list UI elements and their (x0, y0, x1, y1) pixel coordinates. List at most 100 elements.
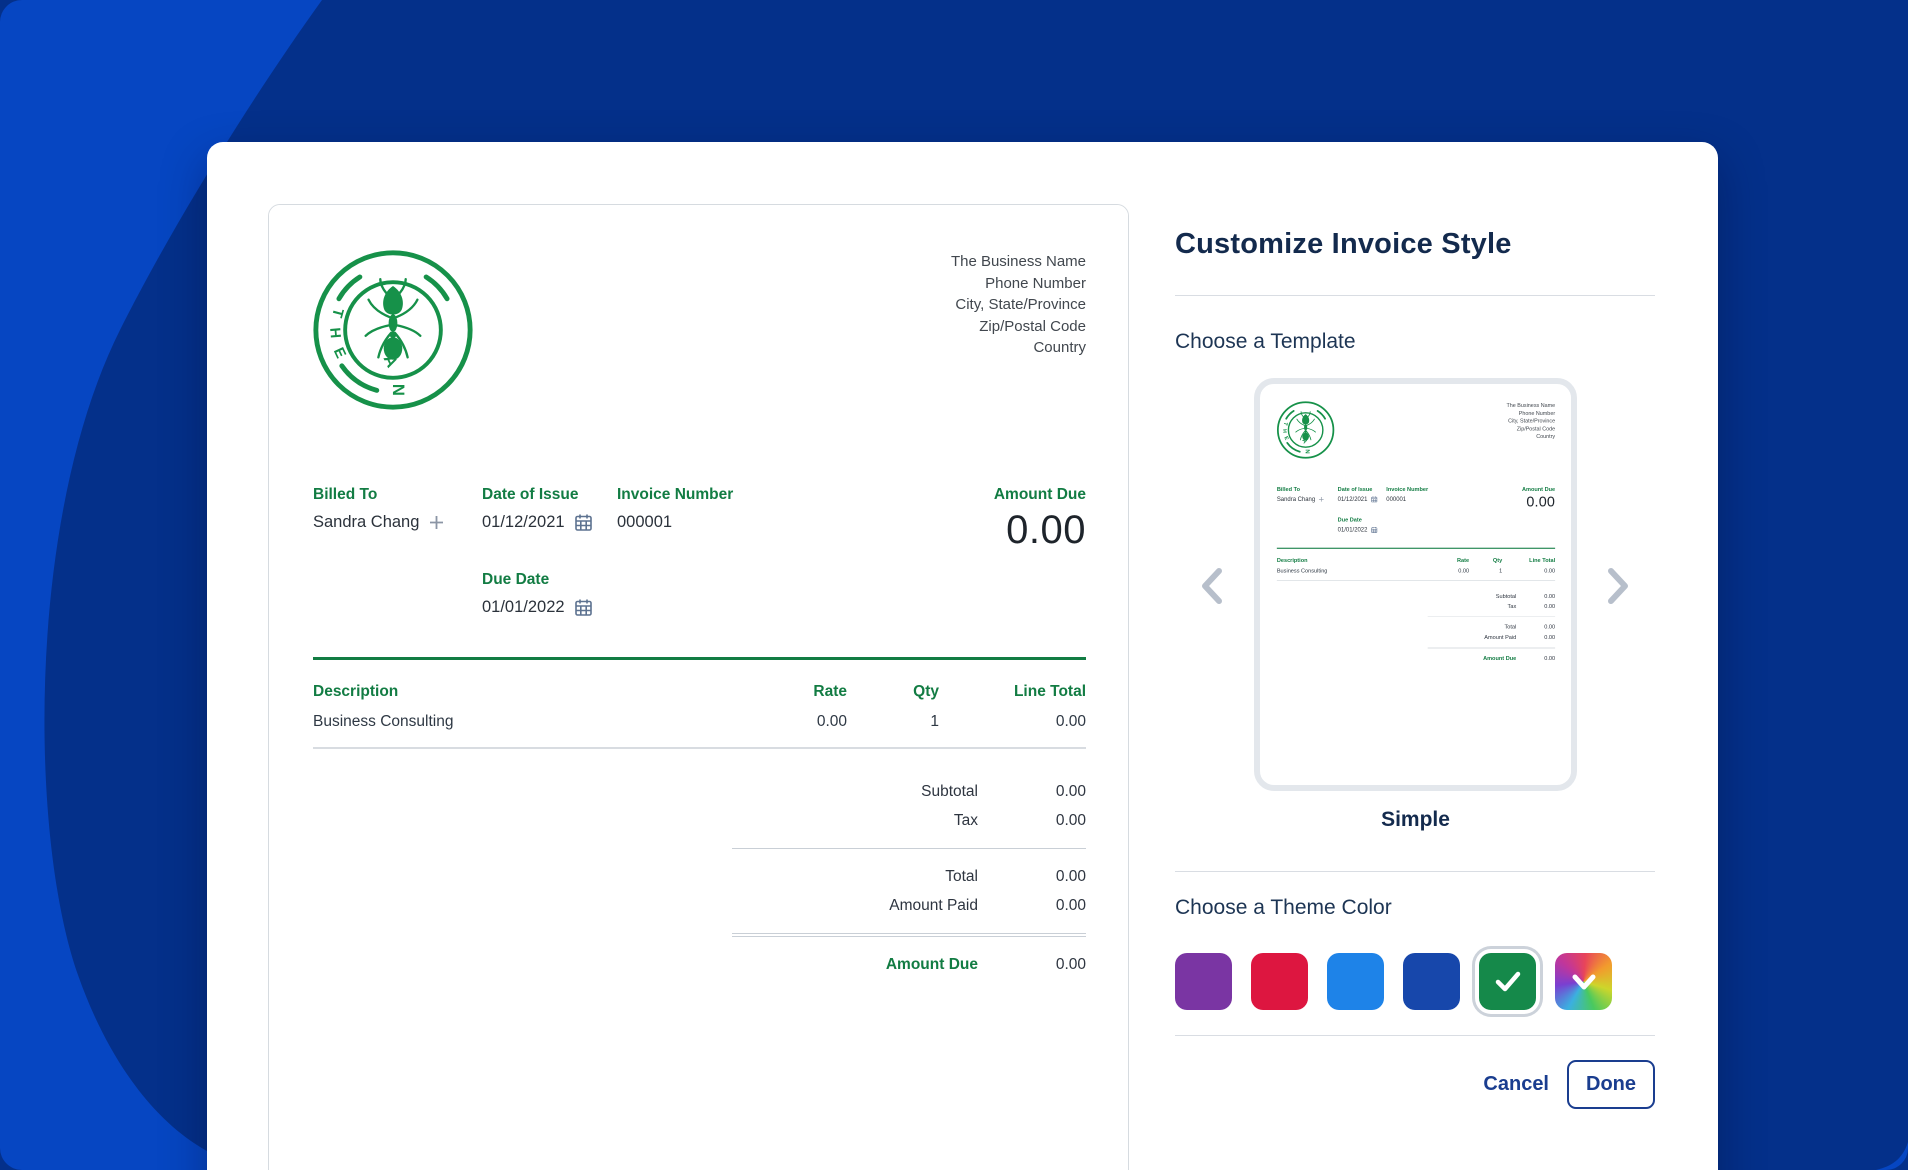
table-row[interactable]: Business Consulting 0.00 1 0.00 (313, 701, 1086, 749)
due-date-field: Due Date 01/01/2022 (1338, 517, 1378, 534)
date-of-issue-label: Date of Issue (482, 486, 593, 504)
modal-card: A N T A G E N C Y T H E (207, 142, 1718, 1170)
template-thumbnail-inner: A N T A G E N C Y T H E (1261, 385, 1571, 781)
header-qty: Qty (847, 683, 939, 701)
calendar-icon[interactable] (1371, 526, 1378, 533)
chevron-left-icon[interactable] (1197, 565, 1227, 607)
date-of-issue-field: Date of Issue 01/12/2021 (1338, 486, 1378, 503)
total-value: 0.00 (978, 862, 1086, 891)
svg-text:A N T: A N T (380, 351, 408, 413)
billed-to-field: Billed To Sandra Chang (313, 486, 445, 532)
logo-text-ant: A N T (380, 351, 408, 413)
calendar-icon[interactable] (574, 513, 593, 532)
date-of-issue-value[interactable]: 01/12/2021 (482, 513, 565, 532)
subtotal-row: Subtotal 0.00 (1428, 591, 1555, 601)
swatch-green-selected[interactable] (1479, 953, 1536, 1010)
billed-to-value[interactable]: Sandra Chang (313, 513, 419, 532)
due-date-label: Due Date (482, 571, 593, 589)
amount-paid-row: Amount Paid 0.00 (1428, 632, 1555, 642)
header-qty: Qty (1469, 557, 1502, 563)
table-row[interactable]: Business Consulting 0.00 1 0.00 (1277, 564, 1555, 581)
due-date-value[interactable]: 01/01/2022 (1338, 526, 1368, 533)
divider (1175, 295, 1655, 296)
total-label: Total (732, 862, 978, 891)
choose-template-heading: Choose a Template (1175, 330, 1356, 354)
date-of-issue-value[interactable]: 01/12/2021 (1338, 496, 1368, 503)
invoice-number-field: Invoice Number 000001 (1386, 486, 1428, 503)
amount-due-row: Amount Due 0.00 (1428, 653, 1555, 663)
swatch-dark-blue[interactable] (1403, 953, 1460, 1010)
swatch-purple[interactable] (1175, 953, 1232, 1010)
row-rate: 0.00 (1433, 568, 1469, 574)
amount-due-total-value: 0.00 (1516, 653, 1555, 663)
invoice-preview-panel: A N T A G E N C Y T H E (268, 204, 1129, 1170)
table-header-row: Description Rate Qty Line Total (1277, 549, 1555, 564)
invoice-number-value[interactable]: 000001 (617, 513, 672, 532)
totals-double-divider (1428, 647, 1555, 648)
customize-panel: Customize Invoice Style Choose a Templat… (1175, 142, 1655, 1170)
total-row: Total 0.00 (1428, 622, 1555, 632)
date-of-issue-label: Date of Issue (1338, 486, 1378, 492)
template-thumbnail-simple[interactable]: A N T A G E N C Y T H E (1254, 378, 1577, 791)
calendar-icon[interactable] (574, 598, 593, 617)
plus-icon[interactable] (1318, 496, 1324, 502)
swatch-red[interactable] (1251, 953, 1308, 1010)
amount-due-total-label: Amount Due (1428, 653, 1517, 663)
header-line-total: Line Total (939, 683, 1086, 701)
ant-agency-logo-icon: A N T A G E N C Y T H E (1276, 400, 1336, 460)
billed-to-label: Billed To (1277, 486, 1325, 492)
business-country: Country (951, 337, 1086, 359)
check-icon (1495, 971, 1521, 993)
subtotal-label: Subtotal (1428, 591, 1517, 601)
subtotal-label: Subtotal (732, 777, 978, 806)
invoice-number-label: Invoice Number (1386, 486, 1428, 492)
done-button[interactable]: Done (1567, 1060, 1655, 1109)
total-value: 0.00 (1516, 622, 1555, 632)
row-qty: 1 (847, 713, 939, 731)
billed-to-label: Billed To (313, 486, 445, 504)
plus-icon[interactable] (428, 514, 445, 531)
amount-due-total-label: Amount Due (732, 950, 978, 979)
amount-paid-row: Amount Paid 0.00 (732, 891, 1086, 920)
amount-due-label: Amount Due (994, 486, 1086, 504)
business-country: Country (1506, 433, 1555, 441)
total-label: Total (1428, 622, 1517, 632)
ant-agency-logo-icon: A N T A G E N C Y T H E (310, 247, 476, 413)
invoice-number-value[interactable]: 000001 (1386, 496, 1406, 503)
amount-due-value: 0.00 (1522, 494, 1555, 510)
subtotal-row: Subtotal 0.00 (732, 777, 1086, 806)
calendar-icon[interactable] (1371, 496, 1378, 503)
billed-to-value[interactable]: Sandra Chang (1277, 496, 1315, 503)
amount-due-row: Amount Due 0.00 (732, 950, 1086, 979)
billed-to-field: Billed To Sandra Chang (1277, 486, 1325, 503)
header-line-total: Line Total (1502, 557, 1555, 563)
row-qty: 1 (1469, 568, 1502, 574)
business-info: The Business Name Phone Number City, Sta… (1506, 402, 1555, 441)
cancel-button[interactable]: Cancel (1483, 1073, 1549, 1096)
line-items-table: Description Rate Qty Line Total Business… (313, 657, 1086, 749)
tax-value: 0.00 (978, 806, 1086, 835)
theme-color-swatches (1175, 953, 1612, 1010)
swatch-custom-color[interactable] (1555, 953, 1612, 1010)
totals-block: Subtotal 0.00 Tax 0.00 Total 0.00 Amount… (732, 777, 1086, 979)
amount-paid-value: 0.00 (1516, 632, 1555, 642)
tax-label: Tax (1428, 601, 1517, 611)
row-line-total: 0.00 (939, 713, 1086, 731)
panel-title: Customize Invoice Style (1175, 228, 1512, 261)
business-city: City, State/Province (1506, 417, 1555, 425)
amount-due-value: 0.00 (994, 508, 1086, 553)
swatch-blue[interactable] (1327, 953, 1384, 1010)
row-description: Business Consulting (313, 713, 747, 731)
template-name: Simple (1254, 808, 1577, 832)
chevron-down-icon (1571, 973, 1597, 991)
header-rate: Rate (1433, 557, 1469, 563)
totals-block: Subtotal 0.00 Tax 0.00 Total 0.00 Amount… (1428, 591, 1555, 664)
chevron-right-icon[interactable] (1603, 565, 1633, 607)
totals-divider (732, 848, 1086, 849)
header-description: Description (1277, 557, 1433, 563)
due-date-value[interactable]: 01/01/2022 (482, 598, 565, 617)
subtotal-value: 0.00 (978, 777, 1086, 806)
amount-paid-label: Amount Paid (1428, 632, 1517, 642)
table-header-row: Description Rate Qty Line Total (313, 660, 1086, 701)
choose-theme-color-heading: Choose a Theme Color (1175, 896, 1392, 920)
